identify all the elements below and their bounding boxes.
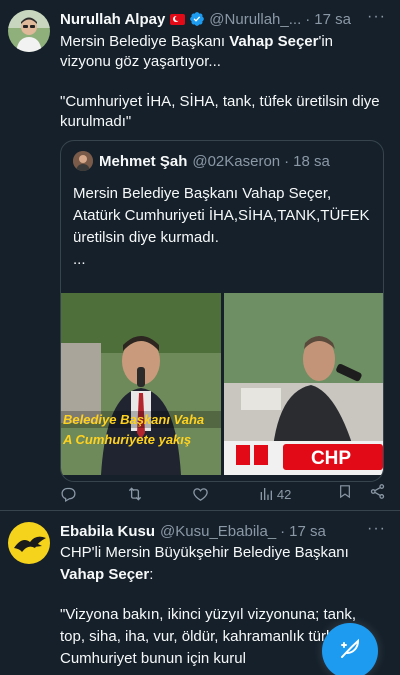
more-icon[interactable]: ··· bbox=[367, 520, 386, 538]
like-button[interactable] bbox=[192, 486, 212, 503]
reply-icon bbox=[60, 486, 77, 503]
author-handle[interactable]: @Kusu_Ebabila_ bbox=[160, 523, 276, 540]
tweet-text-mention: Vahap Seçer: bbox=[60, 565, 386, 585]
media-caption-line1: Belediye Başkanı Vaha bbox=[63, 412, 204, 427]
more-icon[interactable]: ··· bbox=[367, 8, 386, 26]
avatar[interactable] bbox=[8, 522, 50, 564]
views-button[interactable]: 42 bbox=[258, 486, 291, 502]
tweet-text: Mersin Belediye Başkanı Vahap Seçer'in v… bbox=[60, 32, 386, 72]
quoted-text: Mersin Belediye Başkanı Vahap Seçer, Ata… bbox=[73, 185, 370, 268]
retweet-button[interactable] bbox=[126, 485, 147, 503]
timestamp[interactable]: 17 sa bbox=[314, 11, 351, 28]
quoted-avatar bbox=[73, 151, 93, 171]
quoted-author-name[interactable]: Mehmet Şah bbox=[99, 153, 187, 170]
quoted-media[interactable]: Belediye Başkanı Vaha A Cumhuriyete yakı… bbox=[61, 293, 384, 475]
mention-name: Vahap Seçer bbox=[229, 33, 319, 50]
tweet-text-part: : bbox=[149, 566, 154, 583]
heart-icon bbox=[192, 486, 209, 503]
compose-feather-icon bbox=[338, 637, 362, 666]
author-name[interactable]: Nurullah Alpay bbox=[60, 11, 165, 28]
verified-badge-icon bbox=[189, 11, 205, 27]
tweet-text: CHP'li Mersin Büyükşehir Belediye Başkan… bbox=[60, 544, 349, 561]
tweet-text-part: Mersin Belediye Başkanı bbox=[60, 33, 230, 50]
timestamp[interactable]: 17 sa bbox=[289, 523, 326, 540]
quoted-tweet[interactable]: Mehmet Şah @02Kaseron · 18 sa Mersin Bel… bbox=[60, 140, 384, 482]
share-icon[interactable] bbox=[369, 483, 386, 505]
reply-button[interactable] bbox=[60, 486, 80, 503]
mention-name: Vahap Seçer bbox=[60, 566, 150, 583]
avatar[interactable] bbox=[8, 10, 50, 52]
views-icon bbox=[258, 486, 274, 502]
media-banner-text: CHP bbox=[311, 448, 351, 469]
views-count: 42 bbox=[276, 486, 292, 502]
bookmark-icon[interactable] bbox=[337, 483, 353, 505]
quoted-author-handle[interactable]: @02Kaseron bbox=[192, 153, 280, 170]
media-caption-line2: A Cumhuriyete yakış bbox=[62, 432, 191, 447]
turkey-flag-icon bbox=[170, 13, 186, 25]
separator-dot: · bbox=[284, 152, 290, 170]
compose-button[interactable] bbox=[322, 623, 378, 675]
retweet-icon bbox=[126, 485, 144, 503]
separator-dot: · bbox=[280, 522, 286, 540]
quoted-timestamp[interactable]: 18 sa bbox=[293, 153, 330, 170]
tweet-actions: 42 bbox=[60, 484, 386, 504]
tweet-nurullah[interactable]: Nurullah Alpay @Nurullah_... · 17 sa ···… bbox=[0, 0, 400, 511]
author-name[interactable]: Ebabila Kusu bbox=[60, 523, 155, 540]
author-handle[interactable]: @Nurullah_... bbox=[209, 11, 301, 28]
tweet-quote-text: "Cumhuriyet İHA, SİHA, tank, tüfek üreti… bbox=[60, 93, 380, 130]
separator-dot: · bbox=[305, 10, 311, 28]
